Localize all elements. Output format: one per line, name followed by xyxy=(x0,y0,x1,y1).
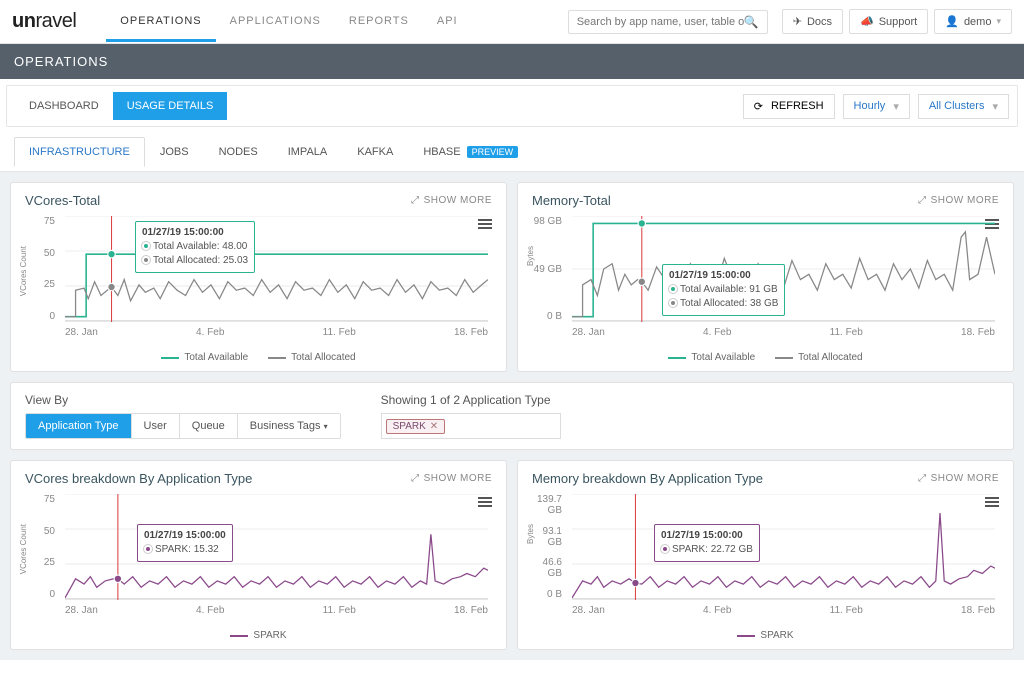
nav-api[interactable]: API xyxy=(423,1,472,42)
refresh-button[interactable]: ⟳REFRESH xyxy=(743,94,835,119)
nav-operations[interactable]: OPERATIONS xyxy=(106,1,215,42)
nav-reports[interactable]: REPORTS xyxy=(335,1,423,42)
close-icon[interactable]: ✕ xyxy=(430,421,438,432)
showing-text: Showing 1 of 2 Application Type xyxy=(381,393,561,407)
topbar: unravel OPERATIONS APPLICATIONS REPORTS … xyxy=(0,0,1024,44)
preview-badge: PREVIEW xyxy=(467,146,519,158)
chart-memory-breakdown: Bytes 139.7 GB 93.1 GB 46.6 GB 0 B 01/27… xyxy=(532,494,999,624)
chart-title: Memory-Total xyxy=(532,193,611,208)
chart-title: VCores-Total xyxy=(25,193,100,208)
docs-button[interactable]: ✈Docs xyxy=(782,9,843,34)
chart-title: VCores breakdown By Application Type xyxy=(25,471,252,486)
card-memory-breakdown: Memory breakdown By Application Type ⤢SH… xyxy=(517,460,1014,650)
viewby-user[interactable]: User xyxy=(132,414,180,438)
viewby-apptype[interactable]: Application Type xyxy=(26,414,132,438)
support-button[interactable]: 📣Support xyxy=(849,9,928,34)
granularity-select[interactable]: Hourly▾ xyxy=(843,94,910,119)
subtab-impala[interactable]: IMPALA xyxy=(273,137,343,167)
subtab-nodes[interactable]: NODES xyxy=(204,137,273,167)
clusters-select[interactable]: All Clusters▾ xyxy=(918,94,1009,119)
chart-vcores-breakdown: VCores Count 75 50 25 0 01/27/19 15:00:0… xyxy=(25,494,492,624)
chart-tooltip: 01/27/19 15:00:00 Total Available: 48.00… xyxy=(135,221,255,273)
show-more-button[interactable]: ⤢SHOW MORE xyxy=(411,195,492,206)
chart-tooltip: 01/27/19 15:00:00 Total Available: 91 GB… xyxy=(662,264,785,316)
page-title: OPERATIONS xyxy=(0,44,1024,79)
chart-title: Memory breakdown By Application Type xyxy=(532,471,763,486)
filter-tagbox[interactable]: SPARK✕ xyxy=(381,413,561,439)
card-memory-total: Memory-Total ⤢SHOW MORE Bytes 98 GB 49 G… xyxy=(517,182,1014,372)
tab-dashboard[interactable]: DASHBOARD xyxy=(15,92,113,120)
refresh-icon: ⟳ xyxy=(754,100,763,113)
show-more-button[interactable]: ⤢SHOW MORE xyxy=(918,473,999,484)
chart-vcores-total: VCores Count 75 50 25 0 01/27/19 15:00:0… xyxy=(25,216,492,346)
user-menu[interactable]: 👤demo▾ xyxy=(934,9,1012,34)
viewby-group: Application Type User Queue Business Tag… xyxy=(25,413,341,439)
viewby-queue[interactable]: Queue xyxy=(180,414,238,438)
top-nav: OPERATIONS APPLICATIONS REPORTS API xyxy=(106,1,471,42)
chart-legend: SPARK xyxy=(532,630,999,641)
search-input[interactable] xyxy=(577,16,744,28)
sub-tabs: INFRASTRUCTURE JOBS NODES IMPALA KAFKA H… xyxy=(0,133,1024,172)
bullhorn-icon: 📣 xyxy=(860,15,874,28)
expand-icon: ⤢ xyxy=(918,195,927,206)
filter-bar: View By Application Type User Queue Busi… xyxy=(10,382,1014,450)
chart-legend: SPARK xyxy=(25,630,492,641)
show-more-button[interactable]: ⤢SHOW MORE xyxy=(411,473,492,484)
tab-row: DASHBOARD USAGE DETAILS ⟳REFRESH Hourly▾… xyxy=(6,85,1018,127)
search-icon[interactable]: 🔍 xyxy=(744,15,759,29)
subtab-hbase[interactable]: HBASEPREVIEW xyxy=(408,137,533,167)
search-box[interactable]: 🔍 xyxy=(568,10,768,34)
nav-applications[interactable]: APPLICATIONS xyxy=(216,1,335,42)
subtab-jobs[interactable]: JOBS xyxy=(145,137,204,167)
expand-icon: ⤢ xyxy=(918,473,927,484)
caret-down-icon: ▾ xyxy=(893,100,899,113)
subtab-kafka[interactable]: KAFKA xyxy=(342,137,408,167)
content-area: VCores-Total ⤢SHOW MORE VCores Count 75 … xyxy=(0,172,1024,660)
send-icon: ✈ xyxy=(793,15,802,28)
logo: unravel xyxy=(12,10,76,33)
caret-down-icon: ▾ xyxy=(996,16,1001,27)
chart-tooltip: 01/27/19 15:00:00 SPARK: 22.72 GB xyxy=(654,524,760,562)
chart-memory-total: Bytes 98 GB 49 GB 0 B 01/27/19 15:00:00 … xyxy=(532,216,999,346)
card-vcores-breakdown: VCores breakdown By Application Type ⤢SH… xyxy=(10,460,507,650)
user-icon: 👤 xyxy=(945,15,959,28)
chart-tooltip: 01/27/19 15:00:00 SPARK: 15.32 xyxy=(137,524,233,562)
expand-icon: ⤢ xyxy=(411,195,420,206)
card-vcores-total: VCores-Total ⤢SHOW MORE VCores Count 75 … xyxy=(10,182,507,372)
subtab-infrastructure[interactable]: INFRASTRUCTURE xyxy=(14,137,145,167)
caret-down-icon: ▾ xyxy=(324,422,328,431)
filter-tag-spark[interactable]: SPARK✕ xyxy=(386,419,446,434)
show-more-button[interactable]: ⤢SHOW MORE xyxy=(918,195,999,206)
chart-legend: Total Available Total Allocated xyxy=(532,352,999,363)
caret-down-icon: ▾ xyxy=(992,100,998,113)
expand-icon: ⤢ xyxy=(411,473,420,484)
tab-usage-details[interactable]: USAGE DETAILS xyxy=(113,92,228,120)
chart-legend: Total Available Total Allocated xyxy=(25,352,492,363)
viewby-label: View By xyxy=(25,393,341,407)
viewby-businesstags[interactable]: Business Tags ▾ xyxy=(238,414,340,438)
